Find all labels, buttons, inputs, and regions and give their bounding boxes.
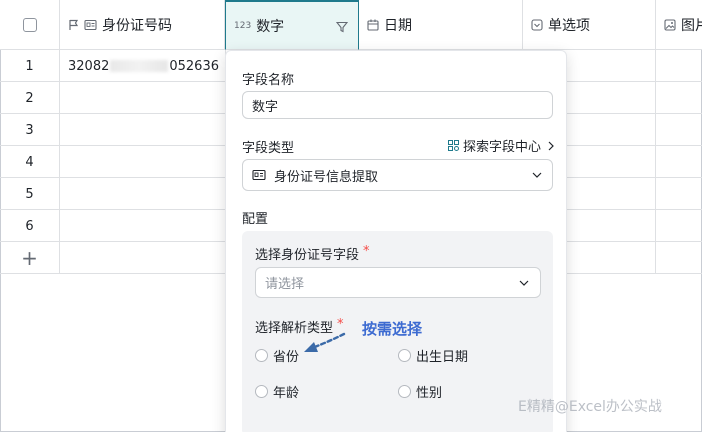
column-divider xyxy=(655,50,656,274)
row-number: 6 xyxy=(0,210,60,242)
chevron-down-icon xyxy=(532,172,542,178)
row-number: 5 xyxy=(0,178,60,210)
id-card-icon xyxy=(84,19,97,31)
funnel-icon[interactable] xyxy=(336,21,348,33)
select-placeholder: 请选择 xyxy=(265,277,305,292)
select-all-header[interactable] xyxy=(0,0,60,50)
field-name-label: 字段名称 xyxy=(242,73,295,88)
field-type-label: 字段类型 xyxy=(242,141,295,156)
column-header-single-select[interactable]: 单选项 xyxy=(523,0,656,50)
field-type-value: 身份证号信息提取 xyxy=(274,169,379,185)
column-header-id-number[interactable]: 身份证号码 xyxy=(60,0,225,50)
row-number: 2 xyxy=(0,82,60,114)
radio-label: 年龄 xyxy=(273,386,300,401)
config-label: 配置 xyxy=(242,212,269,227)
radio-option-province[interactable]: 省份 xyxy=(255,346,299,365)
select-id-field-label: 选择身份证号字段 xyxy=(255,248,360,263)
row-number: 4 xyxy=(0,146,60,178)
chevron-down-icon xyxy=(519,280,529,286)
field-name-value: 数字 xyxy=(252,99,279,115)
field-config-panel: 字段名称 数字 字段类型 探索字段中心 身份证号信息提取 配置 选择身份证号字段… xyxy=(225,50,567,432)
id-number-prefix: 32082 xyxy=(68,58,110,74)
grid-apps-icon xyxy=(447,140,459,151)
row-number: 1 xyxy=(0,50,60,82)
calendar-icon xyxy=(367,19,379,31)
add-row-button[interactable]: + xyxy=(0,242,60,274)
radio-option-gender[interactable]: 性别 xyxy=(398,382,442,401)
column-header-label: 身份证号码 xyxy=(102,17,172,34)
column-header-date[interactable]: 日期 xyxy=(359,0,523,50)
id-number-suffix: 052636 xyxy=(169,58,219,74)
column-header-image[interactable]: 图片 xyxy=(656,0,702,50)
radio-circle[interactable] xyxy=(398,385,411,398)
select-id-field-label-row: 选择身份证号字段 * xyxy=(255,244,370,263)
radio-option-age[interactable]: 年龄 xyxy=(255,382,299,401)
annotation-text: 按需选择 xyxy=(362,320,423,338)
id-number-cell[interactable]: 32082 052636 xyxy=(60,50,225,82)
flag-icon xyxy=(68,19,80,31)
radio-label: 出生日期 xyxy=(416,350,469,365)
field-name-input[interactable]: 数字 xyxy=(242,91,553,119)
explore-link-label: 探索字段中心 xyxy=(462,140,541,155)
radio-circle[interactable] xyxy=(255,349,268,362)
annotation-arrow-icon xyxy=(304,332,346,352)
number-type-icon: 123 xyxy=(234,20,252,31)
radio-option-birth-date[interactable]: 出生日期 xyxy=(398,346,468,365)
id-field-select[interactable]: 请选择 xyxy=(255,267,541,298)
select-icon xyxy=(531,18,543,31)
field-type-select[interactable]: 身份证号信息提取 xyxy=(242,159,553,191)
watermark: E精精@Excel办公实战 xyxy=(518,399,662,415)
column-header-number[interactable]: 123 数字 xyxy=(225,0,359,50)
radio-label: 性别 xyxy=(416,386,443,401)
radio-circle[interactable] xyxy=(398,349,411,362)
blurred-id-digits xyxy=(110,60,169,72)
explore-field-center-link[interactable]: 探索字段中心 xyxy=(447,136,554,155)
radio-circle[interactable] xyxy=(255,385,268,398)
radio-label: 省份 xyxy=(273,350,300,365)
select-all-checkbox[interactable] xyxy=(22,17,37,32)
column-header-label: 单选项 xyxy=(548,17,590,34)
id-card-icon xyxy=(252,169,266,181)
column-header-label: 数字 xyxy=(256,18,285,35)
row-number: 3 xyxy=(0,114,60,146)
image-icon xyxy=(664,18,676,31)
chevron-right-icon xyxy=(548,141,554,151)
required-mark: * xyxy=(363,244,370,259)
column-header-label: 日期 xyxy=(384,17,412,34)
column-header-label: 图片 xyxy=(681,17,702,34)
